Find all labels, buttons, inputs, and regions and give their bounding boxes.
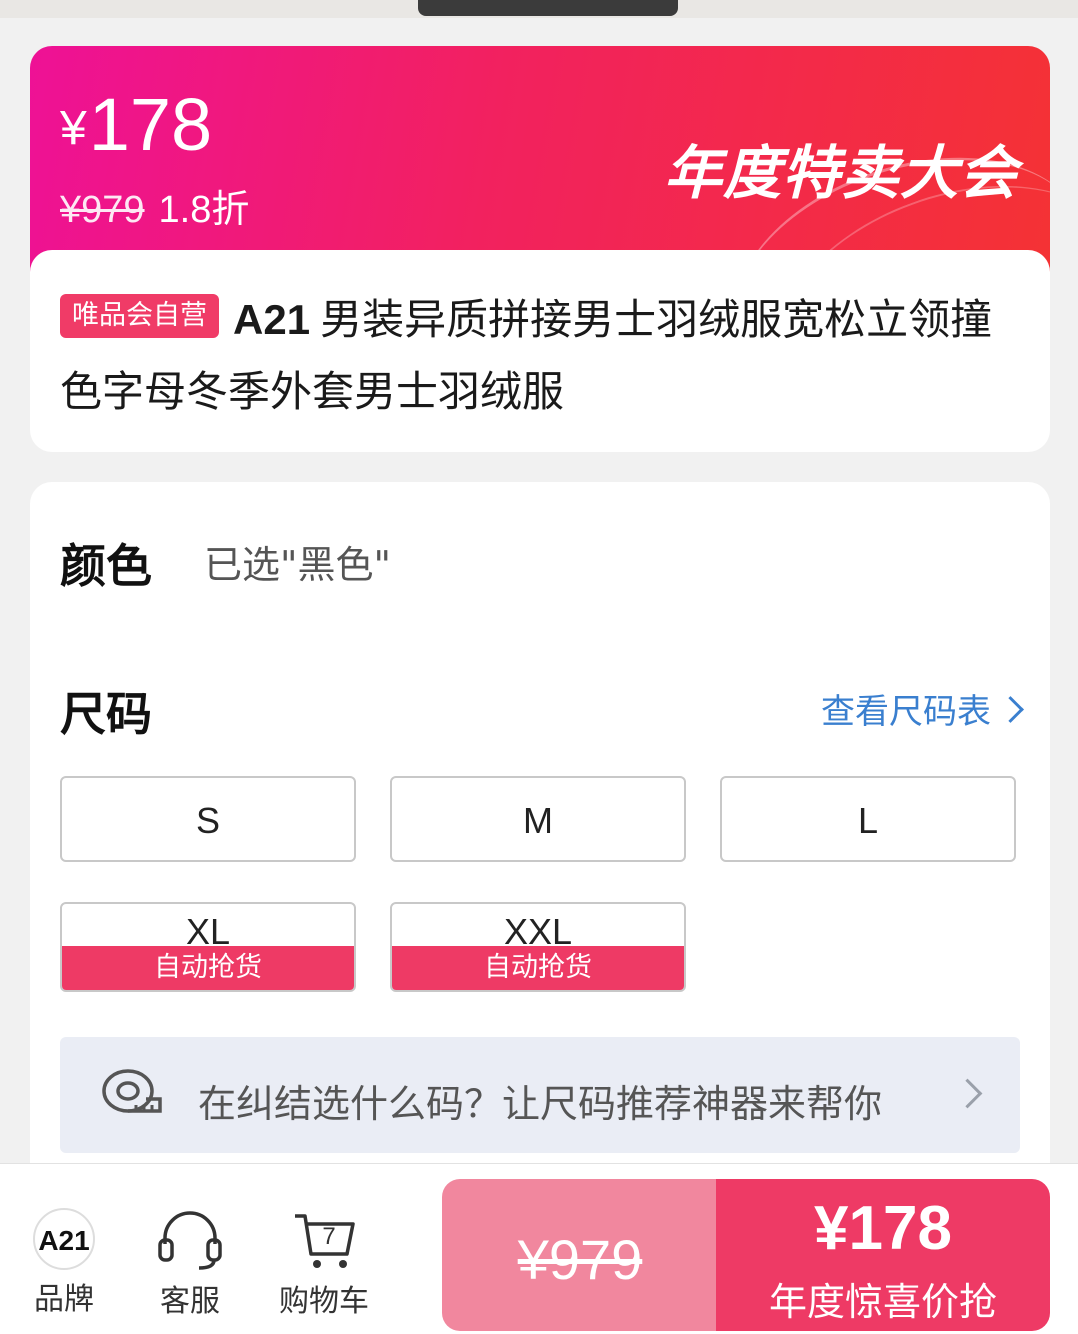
- nav-brand-label: 品牌: [34, 1282, 94, 1317]
- original-price-row: ¥979 1.8折: [60, 188, 249, 232]
- size-label: 尺码: [60, 687, 152, 741]
- self-operated-badge: 唯品会自营: [60, 294, 219, 338]
- nav-brand[interactable]: A21 品牌: [30, 1208, 98, 1318]
- product-title: 唯品会自营 A21 男装异质拼接男士羽绒服宽松立领撞色字母冬季外套男士羽绒服: [60, 284, 1000, 428]
- product-image-bottom: [418, 0, 678, 16]
- auto-grab-badge: 自动抢货: [62, 946, 354, 990]
- auto-grab-badge: 自动抢货: [392, 946, 684, 990]
- measuring-tape-icon: [102, 1069, 162, 1113]
- size-option-l[interactable]: L: [720, 776, 1016, 862]
- discount-label: 1.8折: [158, 189, 250, 231]
- size-option-m[interactable]: M: [390, 776, 686, 862]
- options-card: 颜色 已选"黑色" 尺码 查看尺码表 S M L XL 自动抢货 XXL 自动抢货 …: [30, 482, 1050, 1202]
- product-image-strip: [0, 0, 1078, 18]
- original-price-button[interactable]: ¥979: [442, 1179, 718, 1331]
- size-option-label: L: [857, 800, 879, 841]
- size-option-s[interactable]: S: [60, 776, 356, 862]
- color-selected: 已选"黑色": [204, 543, 391, 587]
- size-option-label: S: [195, 800, 220, 841]
- chevron-right-icon: [952, 1078, 983, 1109]
- product-title-card: 唯品会自营 A21 男装异质拼接男士羽绒服宽松立领撞色字母冬季外套男士羽绒服: [30, 250, 1050, 452]
- buy-cta-label: 年度惊喜价抢: [768, 1280, 997, 1324]
- chevron-right-icon: [997, 696, 1024, 723]
- original-price: ¥979: [60, 189, 145, 231]
- bottom-action-bar: A21 品牌 客服 7 购物车 ¥979 ¥178 年度惊喜价抢: [0, 1163, 1078, 1334]
- buy-now-button[interactable]: ¥178 年度惊喜价抢: [716, 1179, 1050, 1331]
- event-title: 年度特卖大会: [663, 139, 1018, 207]
- buy-price: ¥178: [814, 1194, 952, 1263]
- nav-customer-service[interactable]: 客服: [150, 1210, 230, 1320]
- size-option-xxl[interactable]: XXL 自动抢货: [390, 902, 686, 992]
- cart-icon: 7: [295, 1214, 355, 1268]
- buy-original-price: ¥979: [517, 1228, 643, 1291]
- size-option-xl[interactable]: XL 自动抢货: [60, 902, 356, 992]
- size-option-label: M: [523, 800, 553, 841]
- nav-cart[interactable]: 7 购物车: [276, 1210, 372, 1320]
- headset-icon: [158, 1211, 222, 1270]
- cart-count: 7: [322, 1223, 335, 1250]
- size-chart-link-label: 查看尺码表: [821, 692, 991, 732]
- sale-price: ¥178: [60, 84, 212, 170]
- size-recommend-bar[interactable]: 在纠结选什么码？让尺码推荐神器来帮你: [60, 1037, 1020, 1153]
- currency-symbol: ¥: [60, 102, 87, 155]
- nav-cart-label: 购物车: [279, 1284, 369, 1319]
- size-recommend-text: 在纠结选什么码？让尺码推荐神器来帮你: [198, 1082, 883, 1126]
- size-chart-link[interactable]: 查看尺码表: [821, 684, 1024, 733]
- brand-logo: A21: [33, 1208, 95, 1270]
- color-label: 颜色: [60, 539, 152, 593]
- brand-model: A21: [233, 296, 311, 343]
- sale-price-value: 178: [88, 83, 213, 166]
- nav-service-label: 客服: [160, 1284, 220, 1319]
